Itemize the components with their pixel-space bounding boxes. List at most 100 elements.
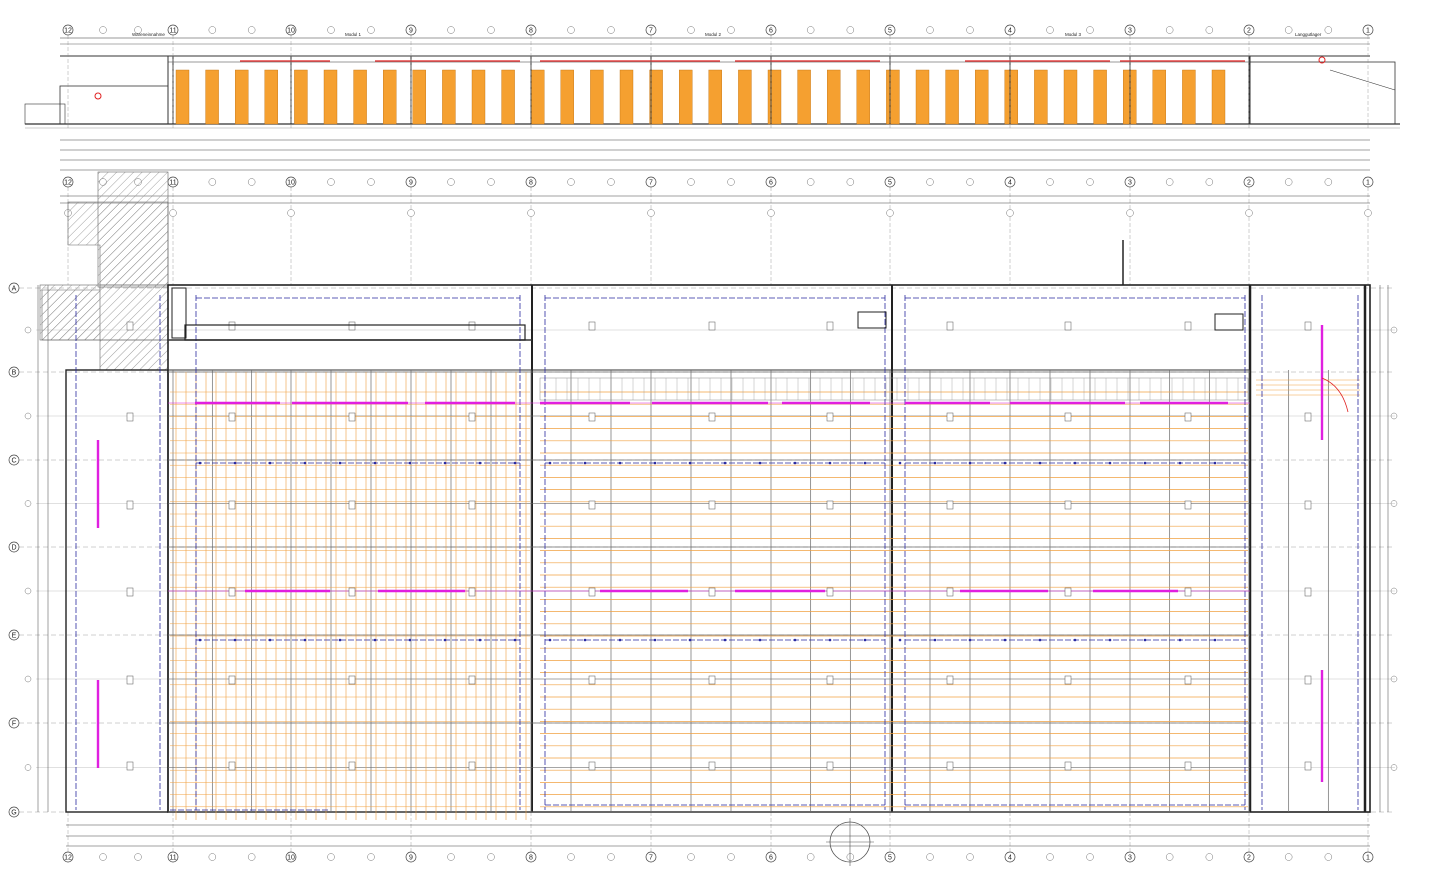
sprinkler-drop-icon	[583, 461, 587, 465]
axis-minor-marker	[806, 853, 815, 861]
sprinkler-drop-icon	[828, 638, 832, 642]
axis-minor-marker	[1165, 26, 1174, 34]
axis-label-top: 10	[287, 28, 295, 35]
sprinkler-drop-icon	[1143, 638, 1147, 642]
axis-minor-marker	[527, 209, 535, 217]
axis-minor-marker	[487, 178, 495, 186]
equipment-box	[1184, 761, 1192, 771]
axis-minor-marker	[1364, 209, 1372, 217]
equipment-box	[1184, 500, 1192, 510]
sprinkler-head-icon	[94, 92, 102, 100]
axis-minor-marker	[647, 209, 655, 217]
axis-minor-marker	[247, 178, 256, 186]
sprinkler-drop-icon	[653, 638, 657, 642]
equipment-box	[348, 321, 356, 331]
sprinkler-drop-icon	[618, 638, 622, 642]
axis-minor-marker	[327, 178, 335, 186]
sprinkler-drop-icon	[723, 638, 727, 642]
sprinkler-drop-icon	[863, 461, 867, 465]
sprinkler-drop-icon	[653, 461, 657, 465]
rack-elevation	[590, 69, 604, 125]
sprinkler-drop-icon	[863, 638, 867, 642]
equipment-box	[588, 675, 596, 685]
building-section-view	[24, 37, 1400, 129]
equipment-box	[126, 412, 134, 422]
axis-minor-marker	[99, 26, 107, 34]
axis-label-bottom: 4	[1008, 855, 1012, 862]
axis-minor-marker	[727, 26, 735, 34]
axis-minor-marker	[407, 209, 415, 217]
axis-minor-marker	[367, 26, 375, 34]
equipment-box	[588, 412, 596, 422]
axis-label-top: 4	[1008, 28, 1012, 35]
axis-minor-marker	[169, 209, 177, 217]
axis-label-side: G	[11, 810, 16, 817]
axis-markers-bottom: 12 11 10 9 8 7 6 5 4 3 2 1	[62, 812, 1374, 863]
equipment-box	[708, 761, 716, 771]
axis-markers-top: 12 11 10 9 8 7 6 5 4 3 2 1 12 11 10 9 8 7 6 5 4 3 2 1	[60, 24, 1374, 285]
axis-label-top: 12	[64, 28, 72, 35]
rack-elevation	[738, 69, 752, 125]
equipment-box	[348, 675, 356, 685]
equipment-box	[228, 500, 236, 510]
equipment-box	[468, 500, 476, 510]
equipment-box	[126, 321, 134, 331]
sprinkler-drop-icon	[933, 461, 937, 465]
equipment-box	[826, 587, 834, 597]
rack-elevation	[264, 69, 278, 125]
rack-elevation	[1152, 69, 1167, 125]
sprinkler-drop-icon	[1073, 461, 1077, 465]
equipment-box	[588, 500, 596, 510]
rack-elevation	[827, 69, 841, 125]
equipment-box	[588, 321, 596, 331]
stair-core	[171, 287, 187, 339]
sprinkler-drop-icon	[443, 461, 447, 465]
rack-elevation	[471, 69, 486, 125]
axis-minor-marker	[1324, 26, 1333, 34]
axis-minor-marker	[687, 26, 695, 34]
axis-minor-marker	[487, 853, 495, 861]
axis-minor-marker	[1046, 853, 1054, 861]
equipment-box	[1184, 412, 1192, 422]
sprinkler-drop-icon	[408, 638, 412, 642]
axis-label-top: 1	[1366, 28, 1370, 35]
sprinkler-drop-icon	[1213, 461, 1217, 465]
rack-elevation	[294, 69, 308, 125]
axis-minor-marker	[24, 500, 32, 507]
equipment-box	[708, 321, 716, 331]
sprinkler-drop-icon	[268, 638, 272, 642]
axis-minor-marker	[1324, 853, 1333, 861]
sprinkler-drop-icon	[268, 461, 272, 465]
equipment-box	[826, 761, 834, 771]
rack-elevation	[619, 69, 634, 125]
sprinkler-drop-icon	[1073, 638, 1077, 642]
axis-markers-side: A B C D E F G	[8, 282, 1398, 818]
equipment-box	[1304, 675, 1312, 685]
axis-label-side: B	[12, 370, 17, 377]
sprinkler-drop-icon	[758, 638, 762, 642]
axis-minor-marker	[926, 178, 934, 186]
axis-label-bottom: 8	[529, 855, 533, 862]
axis-minor-marker	[447, 178, 455, 186]
equipment-box	[946, 412, 954, 422]
sprinkler-drop-icon	[968, 461, 972, 465]
rack-elevation	[1211, 69, 1226, 125]
axis-minor-marker	[208, 853, 217, 861]
axis-minor-marker	[1046, 26, 1054, 34]
equipment-box	[1064, 412, 1072, 422]
sprinkler-drop-icon	[688, 461, 692, 465]
axis-label-top: 5	[888, 28, 892, 35]
sprinkler-drop-icon	[338, 461, 342, 465]
sprinkler-drop-icon	[1178, 461, 1182, 465]
equipment-box	[1184, 321, 1192, 331]
sprinkler-drop-icon	[1003, 461, 1007, 465]
sprinkler-drop-icon	[1003, 638, 1007, 642]
axis-label-bottom: 6	[769, 855, 773, 862]
axis-minor-marker	[24, 587, 32, 595]
axis-label-top: 7	[649, 28, 653, 35]
equipment-box	[708, 412, 716, 422]
rack-elevation	[797, 69, 811, 125]
axis-minor-marker	[247, 853, 256, 861]
equipment-box	[1064, 675, 1072, 685]
sprinkler-drop-icon	[1038, 461, 1042, 465]
